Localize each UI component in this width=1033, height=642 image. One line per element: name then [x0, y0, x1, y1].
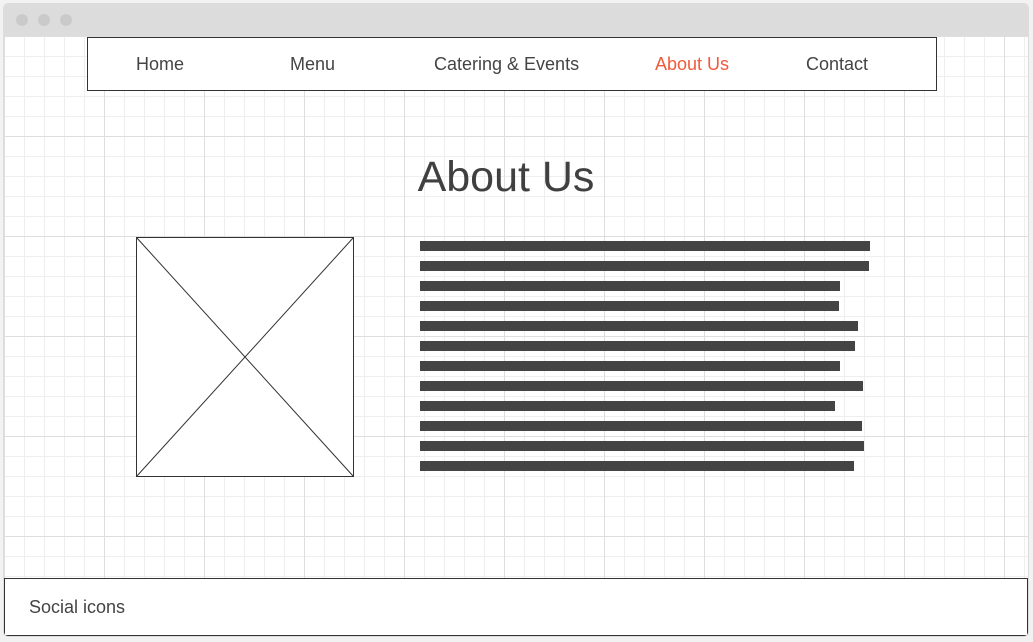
nav-item-catering-events[interactable]: Catering & Events	[434, 53, 579, 75]
text-placeholder-line	[420, 281, 840, 291]
nav-item-home[interactable]: Home	[136, 53, 184, 75]
social-icons-label: Social icons	[29, 597, 126, 617]
text-placeholder-line	[420, 401, 835, 411]
text-placeholder-line	[420, 301, 839, 311]
text-placeholder-block	[420, 241, 880, 481]
text-placeholder-line	[420, 421, 862, 431]
text-placeholder-line	[420, 341, 855, 351]
page-footer: Social icons	[4, 578, 1028, 636]
window-maximize-dot[interactable]	[60, 14, 72, 26]
text-placeholder-line	[420, 461, 854, 471]
window-minimize-dot[interactable]	[38, 14, 50, 26]
text-placeholder-line	[420, 261, 869, 271]
browser-window: Home Menu Catering & Events About Us Con…	[4, 4, 1028, 636]
text-placeholder-line	[420, 441, 864, 451]
nav-item-menu[interactable]: Menu	[290, 53, 335, 75]
main-navbar: Home Menu Catering & Events About Us Con…	[87, 37, 937, 91]
text-placeholder-line	[420, 321, 858, 331]
nav-item-contact[interactable]: Contact	[806, 53, 868, 75]
image-placeholder-icon	[136, 237, 354, 477]
page-title: About Us	[417, 153, 595, 201]
text-placeholder-line	[420, 361, 840, 371]
wireframe-canvas: Home Menu Catering & Events About Us Con…	[4, 36, 1028, 636]
window-titlebar	[4, 4, 1028, 36]
window-close-dot[interactable]	[16, 14, 28, 26]
nav-item-about-us[interactable]: About Us	[655, 53, 729, 75]
text-placeholder-line	[420, 381, 863, 391]
text-placeholder-line	[420, 241, 870, 251]
image-placeholder	[136, 237, 354, 477]
